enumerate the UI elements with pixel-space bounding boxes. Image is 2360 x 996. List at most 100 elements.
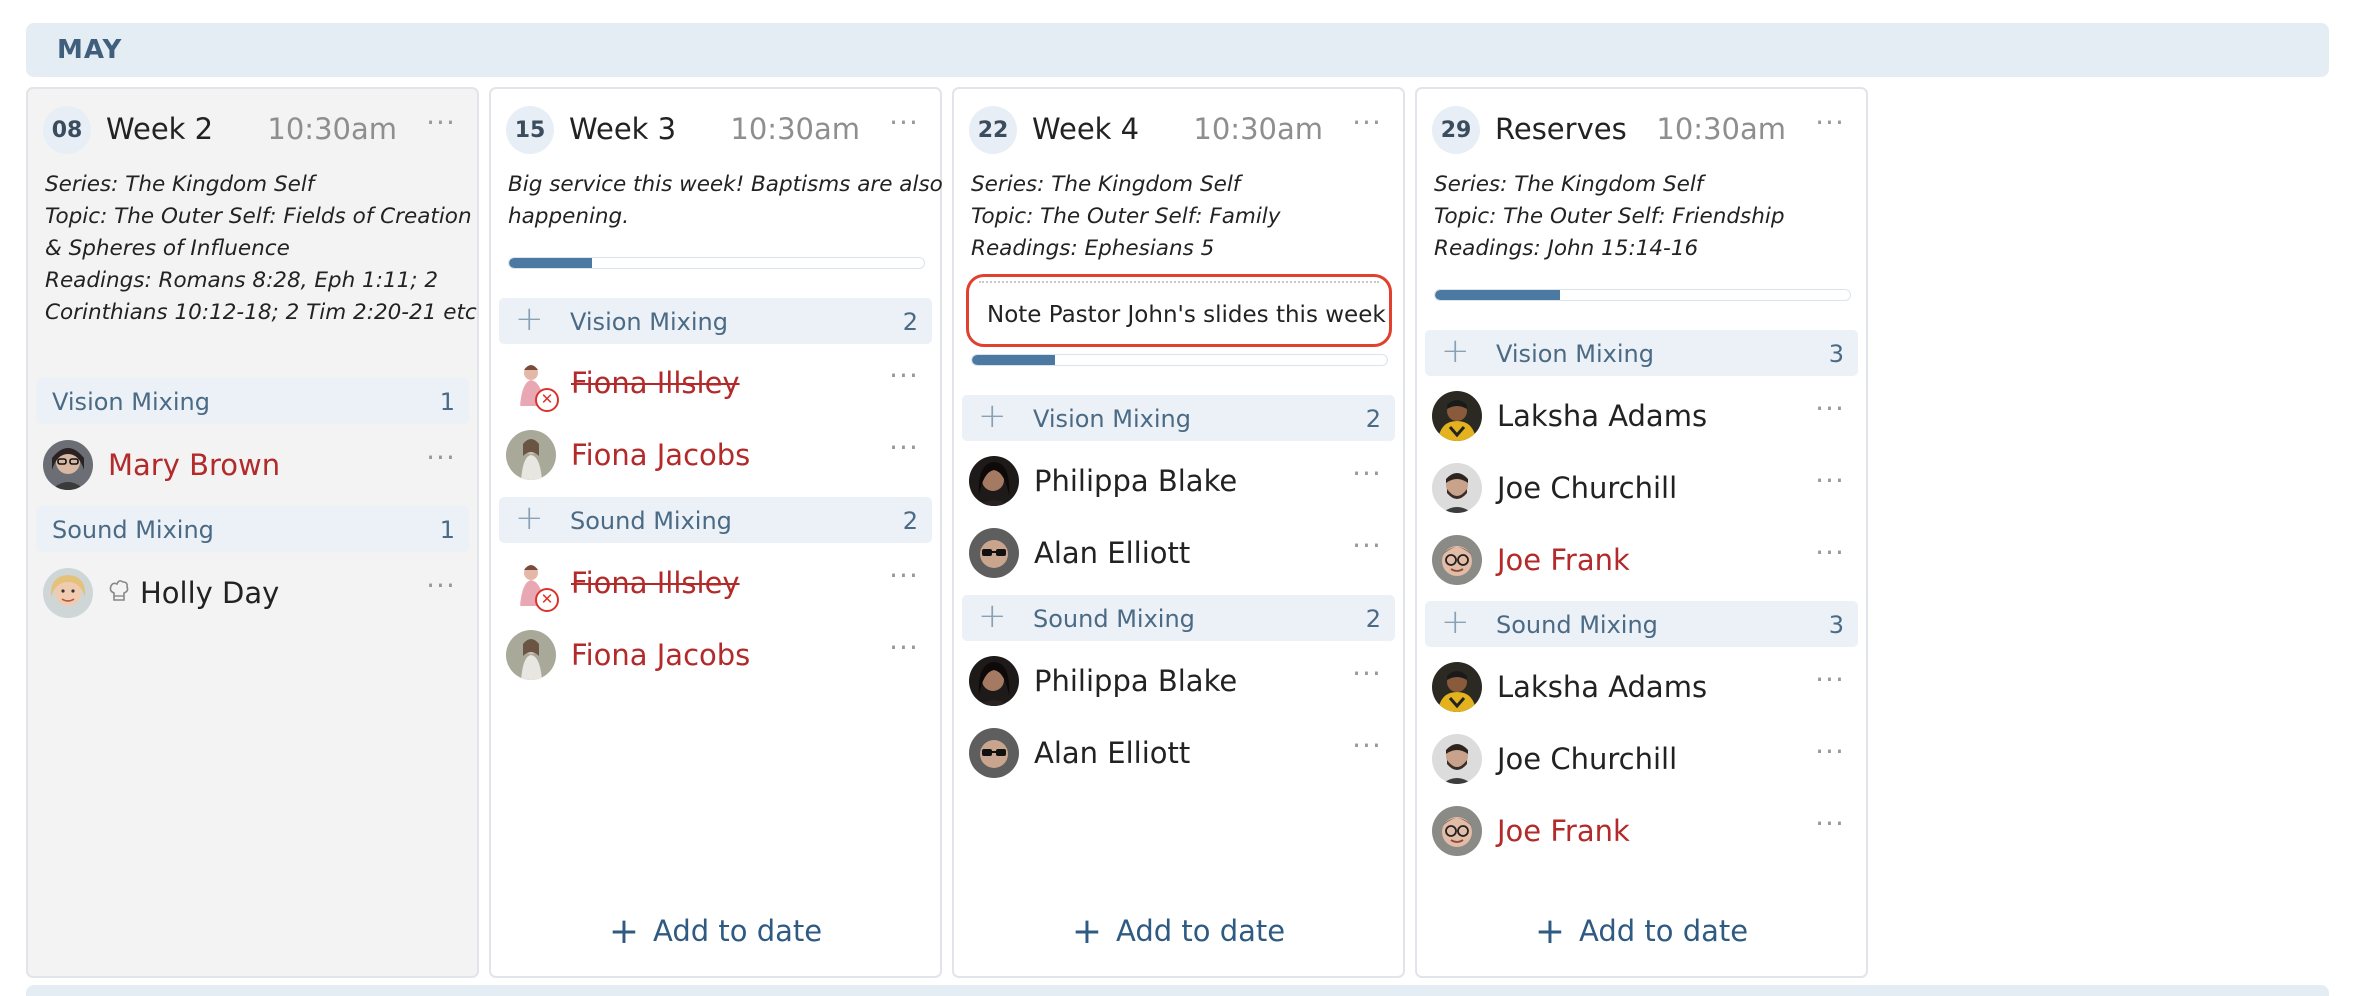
avatar bbox=[1432, 734, 1482, 784]
more-options-icon[interactable]: ··· bbox=[1349, 460, 1385, 494]
more-options-icon[interactable]: ··· bbox=[423, 109, 459, 143]
person-row[interactable]: Mary Brown ··· bbox=[28, 436, 477, 496]
add-to-date-label: Add to date bbox=[1116, 914, 1286, 948]
person-row[interactable]: ✕ Fiona Illsley ··· bbox=[491, 554, 940, 614]
add-role-icon[interactable]: + bbox=[978, 598, 1007, 634]
person-row[interactable]: Laksha Adams ··· bbox=[1417, 658, 1866, 718]
declined-icon: ✕ bbox=[535, 588, 559, 612]
more-options-icon[interactable]: ··· bbox=[1812, 539, 1848, 573]
avatar bbox=[1432, 391, 1482, 441]
role-count: 2 bbox=[1365, 605, 1381, 633]
plus-icon: + bbox=[608, 911, 640, 952]
more-options-icon[interactable]: ··· bbox=[886, 434, 922, 468]
person-name: Joe Frank bbox=[1497, 814, 1630, 848]
person-name: Fiona Illsley bbox=[571, 366, 740, 400]
date-column-15: 15 Week 3 10:30am ··· Big service this w… bbox=[489, 87, 943, 978]
add-to-date-label: Add to date bbox=[653, 914, 823, 948]
more-options-icon[interactable]: ··· bbox=[886, 362, 922, 396]
add-role-icon[interactable]: + bbox=[515, 500, 544, 536]
avatar bbox=[506, 630, 556, 680]
avatar bbox=[969, 456, 1019, 506]
person-name: Philippa Blake bbox=[1034, 664, 1238, 698]
more-options-icon[interactable]: ··· bbox=[886, 109, 922, 143]
person-row[interactable]: Alan Elliott ··· bbox=[954, 524, 1403, 584]
time-label: 10:30am bbox=[1656, 112, 1786, 146]
role-name: Vision Mixing bbox=[1496, 340, 1654, 368]
add-to-date-button[interactable]: + Add to date bbox=[1417, 909, 1866, 952]
avatar bbox=[969, 528, 1019, 578]
more-options-icon[interactable]: ··· bbox=[1812, 666, 1848, 700]
month-label: MAY bbox=[57, 35, 123, 65]
role-header-sound-mixing[interactable]: Sound Mixing 1 bbox=[36, 506, 469, 552]
plan-note[interactable]: Note Pastor John's slides this week bbox=[966, 274, 1392, 347]
more-options-icon[interactable]: ··· bbox=[1812, 467, 1848, 501]
role-count: 3 bbox=[1828, 340, 1844, 368]
person-row[interactable]: Fiona Jacobs ··· bbox=[491, 426, 940, 486]
add-role-icon[interactable]: + bbox=[515, 301, 544, 337]
add-role-icon[interactable]: + bbox=[1441, 604, 1470, 640]
plus-icon: + bbox=[1534, 911, 1566, 952]
date-badge: 22 bbox=[969, 106, 1017, 154]
person-row[interactable]: Joe Frank ··· bbox=[1417, 531, 1866, 591]
more-options-icon[interactable]: ··· bbox=[1349, 732, 1385, 766]
more-options-icon[interactable]: ··· bbox=[1812, 395, 1848, 429]
more-options-icon[interactable]: ··· bbox=[1812, 738, 1848, 772]
column-header: 08 Week 2 10:30am ··· bbox=[28, 89, 477, 171]
person-name: Fiona Jacobs bbox=[571, 638, 751, 672]
plan-description: Big service this week! Baptisms are also… bbox=[508, 172, 943, 229]
role-count: 1 bbox=[439, 388, 455, 416]
progress-bar bbox=[508, 257, 925, 269]
add-to-date-label: Add to date bbox=[1579, 914, 1749, 948]
role-header-vision-mixing[interactable]: + Vision Mixing 3 bbox=[1425, 330, 1858, 376]
person-row[interactable]: Philippa Blake ··· bbox=[954, 652, 1403, 712]
plan-description: Series: The Kingdom Self Topic: The Oute… bbox=[1434, 172, 1785, 261]
add-to-date-button[interactable]: + Add to date bbox=[954, 909, 1403, 952]
role-count: 1 bbox=[439, 516, 455, 544]
person-name: Holly Day bbox=[140, 576, 280, 610]
role-count: 2 bbox=[902, 507, 918, 535]
role-name: Sound Mixing bbox=[1496, 611, 1658, 639]
more-options-icon[interactable]: ··· bbox=[1812, 810, 1848, 844]
time-label: 10:30am bbox=[1193, 112, 1323, 146]
role-header-vision-mixing[interactable]: + Vision Mixing 2 bbox=[499, 298, 932, 344]
more-options-icon[interactable]: ··· bbox=[1812, 109, 1848, 143]
person-row[interactable]: Alan Elliott ··· bbox=[954, 724, 1403, 784]
role-header-vision-mixing[interactable]: Vision Mixing 1 bbox=[36, 378, 469, 424]
date-column-08: 08 Week 2 10:30am ··· Series: The Kingdo… bbox=[26, 87, 479, 978]
week-label: Week 3 bbox=[569, 112, 677, 146]
role-header-sound-mixing[interactable]: + Sound Mixing 3 bbox=[1425, 601, 1858, 647]
more-options-icon[interactable]: ··· bbox=[886, 634, 922, 668]
chef-hat-icon bbox=[109, 580, 129, 601]
person-row[interactable]: Joe Churchill ··· bbox=[1417, 459, 1866, 519]
more-options-icon[interactable]: ··· bbox=[1349, 660, 1385, 694]
date-badge: 15 bbox=[506, 106, 554, 154]
plus-icon: + bbox=[1071, 911, 1103, 952]
more-options-icon[interactable]: ··· bbox=[886, 562, 922, 596]
person-row[interactable]: ✕ Fiona Illsley ··· bbox=[491, 354, 940, 414]
role-name: Vision Mixing bbox=[570, 308, 728, 336]
plan-description: Series: The Kingdom Self Topic: The Oute… bbox=[971, 172, 1281, 261]
person-name: Mary Brown bbox=[108, 448, 281, 482]
role-count: 3 bbox=[1828, 611, 1844, 639]
add-role-icon[interactable]: + bbox=[978, 398, 1007, 434]
person-row[interactable]: Holly Day ··· bbox=[28, 564, 477, 624]
more-options-icon[interactable]: ··· bbox=[1349, 109, 1385, 143]
role-header-sound-mixing[interactable]: + Sound Mixing 2 bbox=[962, 595, 1395, 641]
person-row[interactable]: Joe Frank ··· bbox=[1417, 802, 1866, 862]
add-to-date-button[interactable]: + Add to date bbox=[491, 909, 940, 952]
person-row[interactable]: Joe Churchill ··· bbox=[1417, 730, 1866, 790]
add-role-icon[interactable]: + bbox=[1441, 333, 1470, 369]
person-name: Laksha Adams bbox=[1497, 399, 1708, 433]
person-row[interactable]: Laksha Adams ··· bbox=[1417, 387, 1866, 447]
progress-bar bbox=[1434, 289, 1851, 301]
person-name: Joe Churchill bbox=[1497, 742, 1678, 776]
more-options-icon[interactable]: ··· bbox=[423, 444, 459, 478]
role-header-vision-mixing[interactable]: + Vision Mixing 2 bbox=[962, 395, 1395, 441]
more-options-icon[interactable]: ··· bbox=[423, 572, 459, 606]
role-header-sound-mixing[interactable]: + Sound Mixing 2 bbox=[499, 497, 932, 543]
person-row[interactable]: Philippa Blake ··· bbox=[954, 452, 1403, 512]
week-label: Week 2 bbox=[106, 112, 214, 146]
person-row[interactable]: Fiona Jacobs ··· bbox=[491, 626, 940, 686]
month-header: MAY bbox=[26, 23, 2329, 77]
more-options-icon[interactable]: ··· bbox=[1349, 532, 1385, 566]
